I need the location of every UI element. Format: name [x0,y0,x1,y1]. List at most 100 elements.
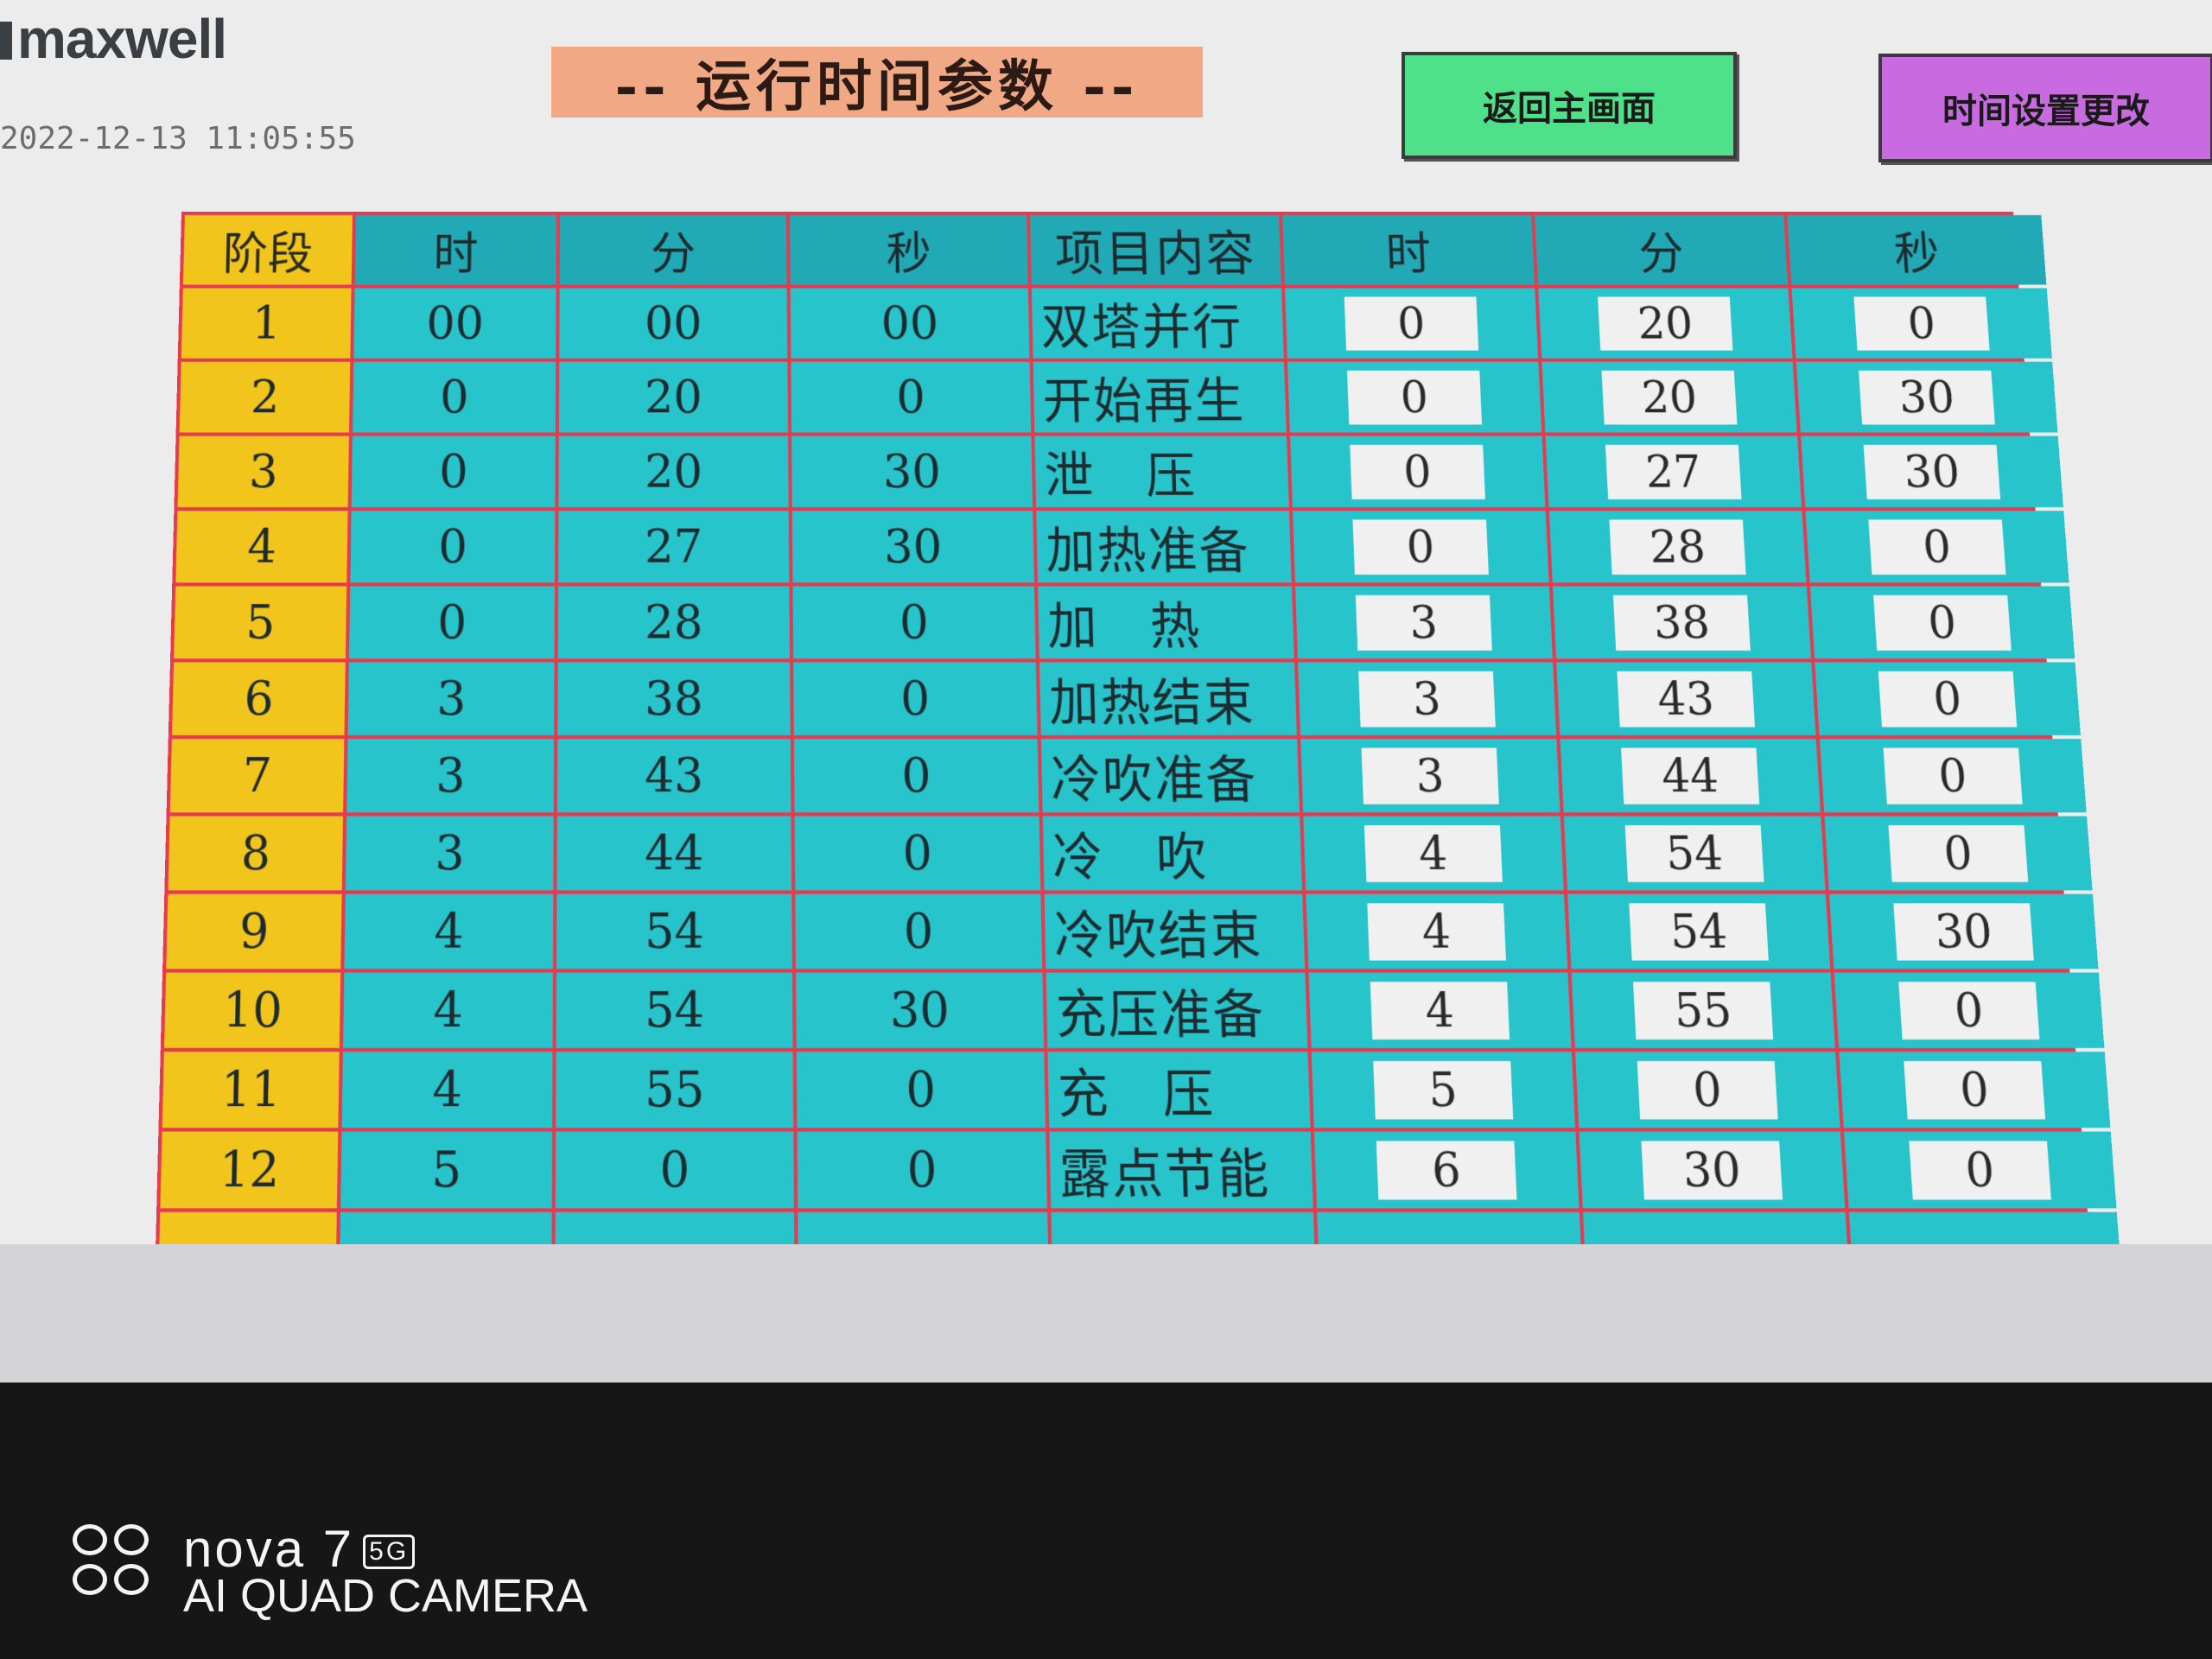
hour-cell: 3 [347,662,555,735]
set-hour-input[interactable]: 0 [1352,518,1489,575]
maxwell-logo: maxwell [0,7,227,70]
stage-cell: 11 [162,1052,340,1128]
set-minute-input[interactable]: 30 [1641,1140,1783,1199]
set-hour-input[interactable]: 3 [1358,671,1496,727]
minute-cell: 20 [558,435,789,508]
item-content-cell: 充压准备 [1046,972,1308,1048]
set-second-input[interactable]: 30 [1893,902,2034,961]
minute-cell: 38 [557,662,791,735]
page-title: -- 运行时间参数 -- [551,47,1203,119]
time-settings-button[interactable]: 时间设置更改 [1878,54,2212,162]
watermark-5g-badge: 5G [363,1535,416,1569]
set-minute-input[interactable]: 20 [1601,370,1738,424]
return-main-screen-button[interactable]: 返回主画面 [1402,52,1737,159]
stage-cell: 8 [168,816,344,891]
set-hour-input[interactable]: 4 [1370,981,1510,1039]
header-second: 秒 [790,214,1028,285]
stage-cell: 10 [164,972,341,1048]
set-hour-input[interactable]: 0 [1344,296,1479,351]
set-hour-input[interactable]: 0 [1346,370,1483,424]
minute-cell: 00 [559,288,788,359]
set-minute-input[interactable]: 20 [1598,296,1733,351]
set-second-cell: 0 [1839,1052,2111,1128]
set-minute-cell: 44 [1560,739,1821,813]
item-content-cell: 泄 压 [1034,435,1289,508]
set-second-input[interactable]: 0 [1898,981,2040,1039]
set-minute-input[interactable]: 0 [1637,1060,1778,1119]
set-second-cell: 0 [1791,288,2052,359]
stage-cell: 6 [171,662,346,735]
hour-cell: 5 [340,1131,553,1209]
second-cell: 30 [796,972,1045,1048]
set-minute-cell: 20 [1541,361,1797,433]
hour-cell: 0 [351,435,556,508]
set-minute-input[interactable]: 54 [1629,902,1769,961]
stage-cell: 1 [181,288,352,359]
minute-cell: 27 [558,511,790,583]
set-second-input[interactable]: 0 [1878,671,2018,727]
set-hour-input[interactable]: 4 [1363,824,1503,882]
set-minute-cell: 0 [1575,1052,1840,1128]
set-minute-cell: 55 [1571,972,1835,1048]
item-content-cell: 冷吹结束 [1044,893,1306,969]
header-minute: 分 [559,214,787,285]
set-minute-input[interactable]: 38 [1612,594,1751,651]
second-cell: 0 [795,893,1043,969]
set-hour-input[interactable]: 0 [1350,444,1485,499]
minute-cell: 20 [558,361,788,433]
stage-cell: 3 [177,435,349,508]
set-minute-input[interactable]: 54 [1624,824,1764,882]
set-minute-input[interactable]: 28 [1609,518,1746,575]
hour-cell: 00 [353,288,556,359]
hour-cell: 4 [341,1052,553,1128]
set-second-input[interactable]: 0 [1853,296,1990,351]
header-set-minute: 分 [1535,214,1789,285]
second-cell: 0 [793,662,1038,735]
item-content-cell: 开始再生 [1033,361,1287,433]
set-hour-cell: 4 [1303,816,1564,891]
set-minute-input[interactable]: 27 [1605,444,1742,499]
set-second-input[interactable]: 0 [1883,747,2023,804]
second-cell: 0 [793,739,1039,813]
set-minute-input[interactable]: 43 [1617,671,1755,727]
set-hour-input[interactable]: 6 [1376,1140,1517,1199]
set-hour-input[interactable]: 3 [1361,747,1499,804]
set-second-input[interactable]: 0 [1904,1060,2046,1119]
second-cell: 0 [797,1131,1048,1209]
set-second-cell: 0 [1844,1131,2117,1209]
set-second-input[interactable]: 0 [1868,518,2006,575]
second-cell: 0 [796,1052,1046,1128]
set-hour-cell: 5 [1311,1052,1576,1128]
set-hour-input[interactable]: 3 [1355,594,1492,651]
set-minute-input[interactable]: 55 [1632,981,1774,1039]
second-cell: 0 [791,361,1032,433]
item-content-cell: 露点节能 [1049,1131,1313,1209]
second-cell: 0 [792,586,1036,659]
set-second-input[interactable]: 30 [1863,444,2001,499]
set-hour-cell: 0 [1285,288,1539,359]
set-minute-input[interactable]: 44 [1620,747,1760,804]
minute-cell: 44 [556,816,792,891]
hour-cell: 3 [346,739,555,813]
item-content-cell: 冷 吹 [1042,816,1303,891]
stage-cell: 12 [160,1131,339,1209]
header-hour: 时 [354,214,556,285]
set-hour-cell: 3 [1298,662,1557,735]
set-hour-cell: 0 [1290,435,1546,508]
hour-cell: 0 [348,586,555,659]
set-hour-cell: 4 [1308,972,1572,1048]
set-hour-cell: 6 [1313,1131,1580,1209]
set-second-input[interactable]: 0 [1888,824,2029,882]
hour-cell: 0 [350,511,556,583]
set-second-cell: 0 [1815,662,2081,735]
set-second-input[interactable]: 30 [1858,370,1995,424]
second-cell: 30 [791,435,1033,508]
set-hour-input[interactable]: 4 [1367,902,1506,961]
set-second-input[interactable]: 0 [1872,594,2012,651]
set-hour-input[interactable]: 5 [1373,1060,1514,1119]
hour-cell: 4 [342,972,553,1048]
set-minute-cell: 20 [1538,288,1793,359]
second-cell: 30 [791,511,1034,583]
set-second-cell: 0 [1824,816,2093,891]
set-second-input[interactable]: 0 [1909,1140,2051,1199]
